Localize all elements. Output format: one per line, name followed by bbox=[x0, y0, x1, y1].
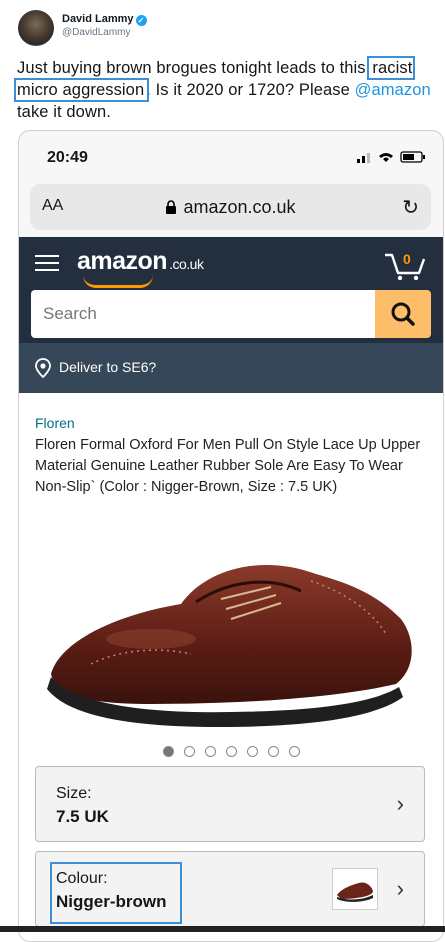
author-handle[interactable]: @DavidLammy bbox=[62, 27, 131, 38]
status-icons bbox=[357, 150, 427, 167]
carousel-dot[interactable] bbox=[162, 746, 174, 757]
colour-label: Colour: bbox=[56, 870, 108, 887]
search-bar: Search bbox=[19, 290, 443, 343]
deliver-text: Deliver to SE6? bbox=[59, 359, 157, 375]
tweet-text-part: . Is it 2020 or 1720? Please bbox=[146, 81, 350, 99]
phone-screenshot: 20:49 AA amazon.co.uk ↻ amazon .co.uk 0 S… bbox=[18, 130, 444, 942]
carousel-dot[interactable] bbox=[246, 746, 258, 757]
carousel-dot[interactable] bbox=[225, 746, 237, 757]
size-selector[interactable]: Size: 7.5 UK › bbox=[35, 766, 425, 842]
mention-link[interactable]: @amazon bbox=[355, 81, 431, 99]
address-bar[interactable]: AA amazon.co.uk ↻ bbox=[30, 184, 431, 230]
search-input[interactable]: Search bbox=[31, 290, 375, 338]
author-name-text: David Lammy bbox=[62, 13, 134, 25]
amazon-logo[interactable]: amazon .co.uk bbox=[77, 247, 204, 276]
tweet-header: David Lammy ✓ @DavidLammy bbox=[18, 10, 438, 50]
carousel-dot[interactable] bbox=[204, 746, 216, 757]
url-label: amazon.co.uk bbox=[183, 197, 296, 217]
colour-value: Nigger-brown bbox=[56, 892, 167, 911]
carousel-dot[interactable] bbox=[288, 746, 300, 757]
size-value: 7.5 UK bbox=[56, 807, 109, 826]
logo-text: amazon bbox=[77, 247, 168, 275]
product-image[interactable] bbox=[31, 499, 431, 739]
search-button[interactable] bbox=[375, 290, 431, 338]
reload-icon[interactable]: ↻ bbox=[402, 195, 419, 220]
size-label: Size: bbox=[56, 785, 92, 802]
bottom-edge bbox=[0, 926, 445, 932]
logo-smile-icon bbox=[83, 275, 153, 288]
author-name[interactable]: David Lammy ✓ bbox=[62, 13, 147, 26]
avatar[interactable] bbox=[18, 10, 54, 46]
cart-button[interactable]: 0 bbox=[383, 247, 427, 281]
carousel-dot[interactable] bbox=[183, 746, 195, 757]
tweet-text-part: take it down. bbox=[17, 103, 111, 121]
chevron-right-icon: › bbox=[396, 791, 404, 816]
menu-icon[interactable] bbox=[35, 251, 59, 275]
logo-suffix: .co.uk bbox=[169, 256, 204, 272]
cart-count: 0 bbox=[403, 251, 411, 267]
signal-wifi-battery-icon bbox=[357, 151, 425, 163]
product-title: Floren Formal Oxford For Men Pull On Sty… bbox=[35, 437, 421, 495]
url-text: amazon.co.uk bbox=[30, 197, 431, 218]
colour-selector[interactable]: Colour: Nigger-brown › bbox=[35, 851, 425, 927]
status-time: 20:49 bbox=[47, 149, 88, 166]
amazon-header: amazon .co.uk 0 bbox=[19, 237, 443, 291]
search-icon bbox=[391, 302, 415, 326]
verified-icon: ✓ bbox=[135, 15, 147, 26]
image-carousel-dots bbox=[19, 744, 443, 762]
colour-swatch-thumbnail[interactable] bbox=[332, 868, 378, 910]
tweet-text-part: Just buying brown brogues tonight leads … bbox=[17, 59, 366, 77]
chevron-right-icon: › bbox=[396, 876, 404, 901]
tweet-text: Just buying brown brogues tonight leads … bbox=[13, 56, 437, 123]
brand-link[interactable]: Floren bbox=[35, 415, 75, 431]
search-placeholder: Search bbox=[43, 304, 97, 323]
deliver-to-bar[interactable]: Deliver to SE6? bbox=[19, 343, 443, 393]
product-card: Floren Floren Formal Oxford For Men Pull… bbox=[19, 393, 443, 941]
carousel-dot[interactable] bbox=[267, 746, 279, 757]
location-pin-icon bbox=[35, 358, 51, 378]
lock-icon bbox=[166, 200, 177, 214]
